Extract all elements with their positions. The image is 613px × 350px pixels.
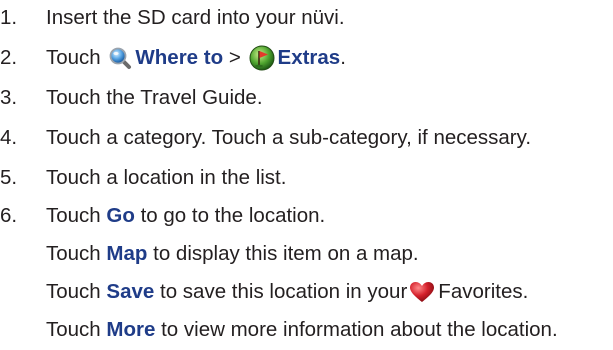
step-number: 6. xyxy=(0,204,18,227)
step-5: 5. Touch a location in the list. xyxy=(0,160,286,196)
step-text: Touch xyxy=(46,46,101,69)
step-text: Touch a category. Touch a sub-category, … xyxy=(46,126,532,149)
step-text: Touch xyxy=(46,204,101,227)
step-1: 1. Insert the SD card into your nüvi. xyxy=(0,0,345,36)
extras-label: Extras xyxy=(277,46,341,69)
more-label: More xyxy=(106,318,156,341)
step-text: Touch a location in the list. xyxy=(46,166,287,189)
instruction-list: 1. Insert the SD card into your nüvi. 2.… xyxy=(0,0,613,350)
sub-text: Touch xyxy=(46,280,101,303)
step-text: Insert the SD card into your nüvi. xyxy=(46,6,345,29)
step-6: 6. Touch Go to go to the location. xyxy=(0,198,325,234)
go-label: Go xyxy=(106,204,135,227)
save-label: Save xyxy=(106,280,155,303)
step-4: 4. Touch a category. Touch a sub-categor… xyxy=(0,120,531,156)
sub-item-map: Touch Map to display this item on a map. xyxy=(0,236,419,272)
sub-text-rest: to display this item on a map. xyxy=(153,242,419,265)
separator: > xyxy=(228,46,241,69)
sub-text: Touch xyxy=(46,318,101,341)
favorites-text: Favorites. xyxy=(438,280,529,303)
step-number: 1. xyxy=(0,6,18,29)
sub-item-save: Touch Save to save this location in your… xyxy=(0,274,528,310)
sub-text-rest: to view more information about the locat… xyxy=(161,318,558,341)
sub-text: Touch xyxy=(46,242,101,265)
step-number: 3. xyxy=(0,86,18,109)
step-3: 3. Touch the Travel Guide. xyxy=(0,80,263,116)
step-text: Touch the Travel Guide. xyxy=(46,86,263,109)
step-end: . xyxy=(340,46,346,69)
where-to-label: Where to xyxy=(135,46,224,69)
map-label: Map xyxy=(106,242,148,265)
heart-icon xyxy=(409,281,435,303)
step-number: 2. xyxy=(0,46,18,69)
sub-item-more: Touch More to view more information abou… xyxy=(0,312,558,348)
step-2: 2. Touch Where to > Extras . xyxy=(0,40,346,76)
step-number: 5. xyxy=(0,166,18,189)
flag-disc-icon xyxy=(249,45,275,71)
magnifier-icon xyxy=(108,46,132,70)
step-text-rest: to go to the location. xyxy=(140,204,326,227)
sub-text-rest: to save this location in your xyxy=(160,280,408,303)
step-number: 4. xyxy=(0,126,18,149)
